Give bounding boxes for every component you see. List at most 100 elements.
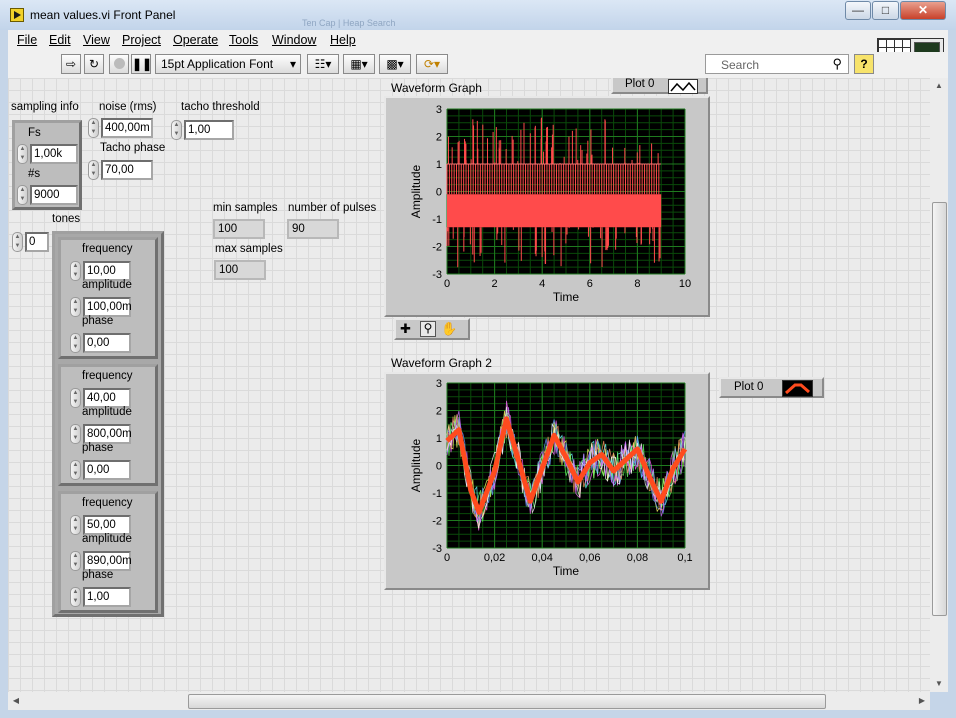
- graph1-legend-swatch[interactable]: [668, 79, 698, 94]
- vertical-scroll-thumb[interactable]: [932, 202, 947, 616]
- menu-project[interactable]: Project: [122, 33, 161, 47]
- abort-icon[interactable]: [109, 54, 129, 74]
- tone-amplitude-spinner[interactable]: ▲ ▼: [70, 551, 81, 571]
- horizontal-scroll-thumb[interactable]: [188, 694, 826, 709]
- tacho-threshold-input[interactable]: 1,00: [184, 120, 234, 140]
- graph1-noise-band: [447, 194, 662, 228]
- y-tick-label: 2: [436, 132, 442, 144]
- tacho-phase-input[interactable]: 70,00: [101, 160, 153, 180]
- fs-input[interactable]: 1,00k: [30, 144, 78, 164]
- tones-index-spinner[interactable]: ▲ ▼: [12, 232, 23, 252]
- scroll-right-arrow-icon[interactable]: ▶: [914, 692, 930, 710]
- graph2-legend-swatch[interactable]: [782, 380, 813, 397]
- run-arrow-icon[interactable]: ⇨: [61, 54, 81, 74]
- maximize-button[interactable]: □: [872, 1, 899, 20]
- tone-amplitude-label: amplitude: [82, 279, 132, 291]
- horizontal-scrollbar[interactable]: ◀ ▶: [8, 692, 930, 710]
- menu-window[interactable]: Window: [272, 33, 316, 47]
- x-tick-label: 0: [444, 278, 450, 290]
- scroll-left-arrow-icon[interactable]: ◀: [8, 692, 24, 710]
- ns-input[interactable]: 9000: [30, 185, 78, 205]
- tone-amplitude-input[interactable]: 890,00m: [83, 551, 132, 571]
- font-selector[interactable]: 15pt Application Font ▾: [155, 54, 301, 74]
- tone-phase-input[interactable]: 1,00: [83, 587, 131, 607]
- menu-view[interactable]: View: [83, 33, 110, 47]
- x-tick-label: 10: [679, 278, 691, 290]
- graph1-plot[interactable]: 0 2 4 6 8 103210-1-2-3TimeAmplitude: [386, 98, 708, 315]
- distribute-objects-icon[interactable]: ▦▾: [343, 54, 375, 74]
- graph1-palette: ✚ ⚲ ✋: [394, 318, 470, 340]
- tone-frequency-input[interactable]: 10,00: [83, 261, 131, 281]
- tacho-threshold-spinner[interactable]: ▲ ▼: [171, 120, 182, 140]
- labview-app-icon: [10, 8, 24, 22]
- graph2-legend-label: Plot 0: [734, 381, 764, 393]
- menu-help[interactable]: Help: [330, 33, 356, 47]
- scroll-down-arrow-icon[interactable]: ▼: [930, 676, 948, 692]
- tone-frequency-input[interactable]: 50,00: [83, 515, 131, 535]
- vertical-scrollbar[interactable]: ▲ ▼: [930, 78, 948, 692]
- y-tick-label: 3: [436, 104, 442, 116]
- ns-spinner[interactable]: ▲ ▼: [17, 185, 28, 205]
- title-bar: mean values.vi Front Panel Ten Cap | Hea…: [0, 0, 956, 30]
- tone-phase-spinner[interactable]: ▲ ▼: [70, 333, 81, 353]
- tone-amplitude-spinner[interactable]: ▲ ▼: [70, 424, 81, 444]
- y-tick-label: 1: [436, 433, 442, 445]
- fs-spinner[interactable]: ▲ ▼: [17, 144, 28, 164]
- tones-index-input[interactable]: 0: [25, 232, 49, 252]
- tone-frequency-spinner[interactable]: ▲ ▼: [70, 388, 81, 408]
- min-samples-indicator: 100: [213, 219, 265, 239]
- tone-phase-input[interactable]: 0,00: [83, 333, 131, 353]
- x-tick-label: 0,06: [579, 552, 600, 564]
- y-tick-label: -2: [432, 516, 442, 528]
- x-axis-label: Time: [553, 290, 580, 304]
- tone-amplitude-spinner[interactable]: ▲ ▼: [70, 297, 81, 317]
- y-tick-label: -2: [432, 242, 442, 254]
- pan-hand-icon[interactable]: ✋: [441, 321, 457, 337]
- tone-phase-spinner[interactable]: ▲ ▼: [70, 587, 81, 607]
- tone-frequency-label: frequency: [82, 497, 133, 509]
- tone-phase-input[interactable]: 0,00: [83, 460, 131, 480]
- tone-frequency-input[interactable]: 40,00: [83, 388, 131, 408]
- tone-phase-spinner[interactable]: ▲ ▼: [70, 460, 81, 480]
- search-placeholder: Search: [721, 58, 760, 72]
- window-left-border: [0, 30, 8, 718]
- graph1-legend-label: Plot 0: [625, 78, 655, 90]
- tone-amplitude-input[interactable]: 800,00m: [83, 424, 132, 444]
- tacho-phase-spinner[interactable]: ▲ ▼: [88, 160, 99, 180]
- cursor-move-icon[interactable]: ✚: [400, 321, 411, 337]
- pause-icon[interactable]: ❚❚: [131, 54, 152, 74]
- y-tick-label: 0: [436, 461, 442, 473]
- menu-tools[interactable]: Tools: [229, 33, 258, 47]
- scroll-up-arrow-icon[interactable]: ▲: [930, 78, 948, 94]
- zoom-icon[interactable]: ⚲: [420, 321, 436, 337]
- number-of-pulses-indicator: 90: [287, 219, 339, 239]
- menu-operate[interactable]: Operate: [173, 33, 218, 47]
- minimize-button[interactable]: —: [845, 1, 871, 20]
- y-axis-label: Amplitude: [409, 165, 423, 219]
- noise-spinner[interactable]: ▲ ▼: [88, 118, 99, 138]
- graph2-plot[interactable]: 0 0,02 0,04 0,06 0,08 0,1 3 2 1 0 -1 -2 -3 Time Amplit…: [386, 374, 708, 588]
- graph1-legend: Plot 0: [611, 78, 708, 94]
- x-axis-label: Time: [553, 564, 580, 578]
- resize-objects-icon[interactable]: ▩▾: [379, 54, 411, 74]
- x-tick-label: 2: [492, 278, 498, 290]
- tone-amplitude-input[interactable]: 100,00m: [83, 297, 132, 317]
- tone-frequency-spinner[interactable]: ▲ ▼: [70, 261, 81, 281]
- run-continuously-icon[interactable]: ↻: [84, 54, 104, 74]
- menu-file[interactable]: File: [17, 33, 37, 47]
- close-button[interactable]: ✕: [900, 1, 946, 20]
- tone-frequency-label: frequency: [82, 370, 133, 382]
- noise-input[interactable]: 400,00m: [101, 118, 153, 138]
- align-objects-icon[interactable]: ☷▾: [307, 54, 339, 74]
- y-tick-label: -3: [432, 543, 442, 555]
- tone-frequency-spinner[interactable]: ▲ ▼: [70, 515, 81, 535]
- front-panel: sampling info Fs ▲ ▼ 1,00k #s ▲ ▼ 9000 noi…: [8, 78, 930, 692]
- noise-label: noise (rms): [99, 101, 157, 113]
- menu-edit[interactable]: Edit: [49, 33, 71, 47]
- reorder-icon[interactable]: ⟳▾: [416, 54, 448, 74]
- y-tick-label: 1: [436, 159, 442, 171]
- search-field[interactable]: Search ⚲: [705, 54, 849, 74]
- context-help-icon[interactable]: ?: [854, 54, 874, 74]
- tone-amplitude-label: amplitude: [82, 406, 132, 418]
- tone-cluster: frequency ▲ ▼ 50,00 amplitude ▲ ▼ 890,00m phase ▲…: [58, 491, 158, 613]
